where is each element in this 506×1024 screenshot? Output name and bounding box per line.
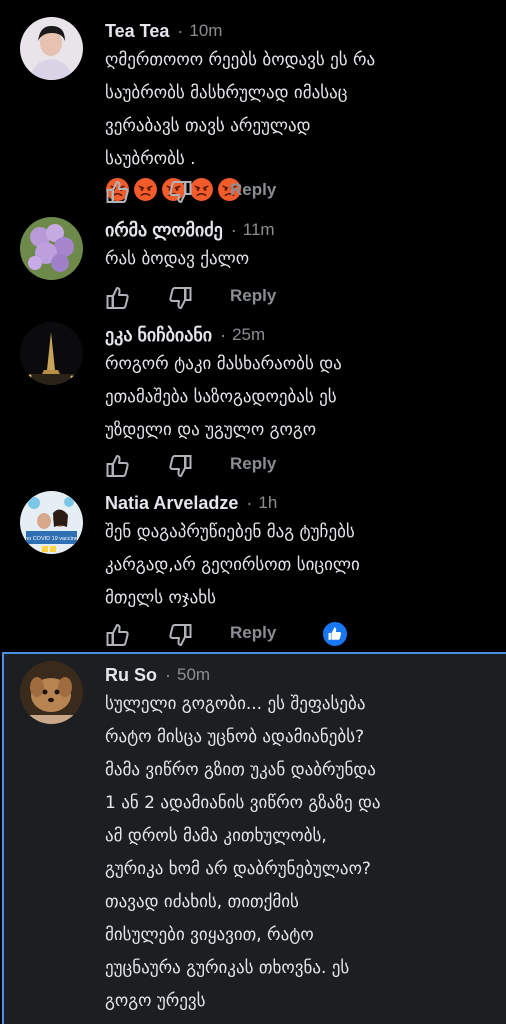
comment-text: შენ დაგაპრუწიებენ მაგ ტუჩებს კარგად,არ გ… (105, 522, 360, 608)
comment-actions: Reply (105, 177, 495, 207)
comment-header: ეკა ნიჩბიანი · 25m (105, 322, 265, 348)
comment-body: ღმერთოოო რეებს ბოდავს ეს რა საუბრობს მას… (105, 50, 376, 169)
reply-button[interactable]: Reply (230, 454, 276, 474)
separator-dot: · (220, 324, 227, 345)
timestamp[interactable]: 25m (232, 325, 265, 345)
dislike-icon[interactable] (167, 453, 193, 479)
comment-text: რას ბოდავ ქალო (105, 249, 250, 269)
separator-dot: · (246, 492, 253, 513)
like-icon[interactable] (105, 285, 131, 311)
avatar[interactable] (20, 17, 83, 80)
comment-header: Tea Tea · 10m (105, 18, 222, 44)
comment-actions: Reply (105, 283, 495, 313)
comment-header: Natia Arveladze · 1h (105, 490, 277, 516)
thumbs-up-icon (328, 627, 342, 640)
like-icon[interactable] (105, 453, 131, 479)
separator-dot: · (165, 664, 171, 685)
comment-header: ირმა ლომიძე · 11m (105, 217, 275, 243)
timestamp[interactable]: 1h (258, 493, 277, 513)
reply-button[interactable]: Reply (230, 180, 276, 200)
comment-actions: Reply (105, 451, 495, 481)
like-reaction-badge[interactable] (321, 620, 349, 648)
reply-button[interactable]: Reply (230, 623, 276, 643)
author-name[interactable]: ეკა ნიჩბიანი (105, 325, 212, 346)
author-name[interactable]: Natia Arveladze (105, 493, 238, 514)
comment-header: Ru So · 50m (105, 662, 210, 688)
comment-actions: Reply (105, 620, 495, 650)
avatar[interactable] (20, 661, 83, 724)
avatar-caption: no COVID 19 vaccine (25, 536, 78, 542)
separator-dot: · (177, 20, 184, 41)
avatar[interactable] (20, 217, 83, 280)
timestamp[interactable]: 11m (243, 220, 275, 240)
timestamp[interactable]: 50m (177, 665, 210, 685)
author-name[interactable]: Tea Tea (105, 21, 169, 42)
separator-dot: · (230, 219, 237, 240)
avatar[interactable]: no COVID 19 vaccine (20, 491, 83, 554)
author-name[interactable]: ირმა ლომიძე (105, 220, 223, 241)
dislike-icon[interactable] (167, 285, 193, 311)
reply-button[interactable]: Reply (230, 286, 276, 306)
comment-text: როგორ ტაკი მასხარაობს და ეთამაშება საზოგ… (105, 354, 342, 440)
like-icon[interactable] (105, 179, 131, 205)
dislike-icon[interactable] (167, 179, 193, 205)
avatar[interactable] (20, 322, 83, 385)
comment-text: სულელი გოგობი... ეს შეფასება რატო მისცა … (105, 694, 381, 1011)
like-icon[interactable] (105, 622, 131, 648)
dislike-icon[interactable] (167, 622, 193, 648)
timestamp[interactable]: 10m (189, 21, 222, 41)
author-name[interactable]: Ru So (105, 665, 157, 686)
